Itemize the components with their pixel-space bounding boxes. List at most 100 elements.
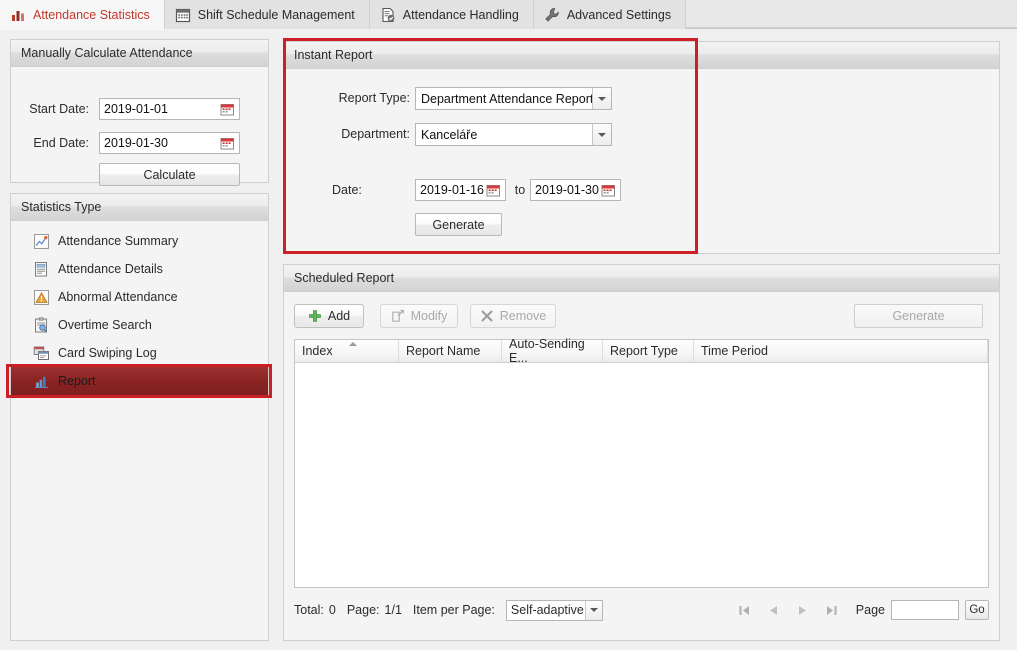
panel-body: Report Type: Department Attendance Repor… — [284, 69, 999, 253]
calendar-picker-icon[interactable] — [486, 183, 501, 197]
next-page-icon[interactable] — [794, 603, 811, 618]
report-type-label: Report Type: — [338, 91, 410, 105]
sidebar-item-overtime-search[interactable]: Overtime Search — [11, 311, 268, 339]
report-bar-icon — [33, 373, 50, 390]
date-range-separator: to — [514, 183, 526, 197]
panel-title: Scheduled Report — [284, 265, 999, 292]
panel-body: Start Date: 2019-01-01 End Date: 2019-01… — [11, 67, 268, 186]
date-label: Date: — [332, 183, 362, 197]
page-value: 1/1 — [384, 603, 402, 617]
remove-button[interactable]: Remove — [470, 304, 556, 328]
column-label: Report Name — [406, 344, 481, 358]
column-label: Time Period — [701, 344, 768, 358]
edit-icon — [391, 309, 405, 323]
item-per-page-select[interactable]: Self-adaptive — [505, 599, 603, 621]
chevron-down-icon[interactable] — [584, 600, 602, 620]
sidebar-item-attendance-details[interactable]: Attendance Details — [11, 255, 268, 283]
bar-chart-icon — [10, 7, 26, 23]
tab-label: Advanced Settings — [566, 7, 672, 22]
total-label: Total: — [294, 603, 324, 617]
column-header-time-period[interactable]: Time Period — [694, 340, 988, 362]
sidebar-item-label: Report — [58, 374, 96, 388]
sort-ascending-icon — [349, 342, 357, 346]
date-from-value: 2019-01-16 — [420, 183, 484, 197]
page-label: Page: — [346, 603, 380, 617]
sidebar-item-card-swiping-log[interactable]: Card Swiping Log — [11, 339, 268, 367]
sidebar-item-report[interactable]: Report — [11, 367, 268, 395]
page-jump-label: Page — [855, 603, 885, 617]
tab-advanced-settings[interactable]: Advanced Settings — [533, 0, 687, 29]
statistics-type-panel: Statistics Type Attendance Summary Atten… — [10, 193, 269, 641]
start-date-field[interactable]: 2019-01-01 — [99, 98, 240, 120]
end-date-value: 2019-01-30 — [104, 136, 168, 150]
column-header-index[interactable]: Index — [295, 340, 399, 362]
chevron-down-icon[interactable] — [592, 88, 611, 109]
report-type-select[interactable]: Department Attendance Report — [415, 87, 612, 110]
clipboard-search-icon — [33, 317, 50, 334]
date-from-field[interactable]: 2019-01-16 — [415, 179, 506, 201]
sidebar-item-label: Attendance Summary — [58, 234, 179, 248]
instant-generate-button[interactable]: Generate — [415, 213, 502, 236]
instant-report-panel: Instant Report Report Type: Department A… — [283, 41, 1000, 254]
panel-title: Manually Calculate Attendance — [11, 40, 268, 67]
statistics-type-list: Attendance Summary Attendance Details Ab… — [11, 227, 268, 395]
start-date-value: 2019-01-01 — [104, 102, 168, 116]
previous-page-icon[interactable] — [765, 603, 782, 618]
list-document-icon — [33, 261, 50, 278]
scheduled-report-table: Index Report Name Auto-Sending E... Repo… — [294, 337, 989, 588]
chart-line-icon — [33, 233, 50, 250]
calendar-picker-icon[interactable] — [220, 102, 235, 116]
document-clock-icon — [380, 7, 396, 23]
start-date-label: Start Date: — [29, 102, 89, 116]
column-header-auto-sending-email[interactable]: Auto-Sending E... — [502, 337, 603, 365]
sidebar-item-attendance-summary[interactable]: Attendance Summary — [11, 227, 268, 255]
main-tab-bar: Attendance Statistics Shift Schedule Man… — [0, 0, 1017, 30]
add-label: Add — [327, 309, 351, 323]
date-to-field[interactable]: 2019-01-30 — [530, 179, 621, 201]
page-jump-input[interactable] — [891, 600, 959, 620]
tab-label: Attendance Statistics — [33, 7, 150, 22]
pagination-bar: Total: 0 Page: 1/1 Item per Page: Self-a… — [294, 595, 989, 625]
go-button[interactable]: Go — [965, 600, 989, 620]
remove-label: Remove — [499, 309, 547, 323]
tab-bar-filler — [686, 0, 1017, 28]
calendar-picker-icon[interactable] — [601, 183, 616, 197]
modify-label: Modify — [410, 309, 448, 323]
column-header-report-name[interactable]: Report Name — [399, 340, 502, 362]
end-date-field[interactable]: 2019-01-30 — [99, 132, 240, 154]
scheduled-generate-button[interactable]: Generate — [854, 304, 983, 328]
tab-shift-schedule-management[interactable]: Shift Schedule Management — [164, 0, 370, 29]
cards-icon — [33, 345, 50, 362]
panel-title: Instant Report — [284, 42, 999, 69]
calculate-button[interactable]: Calculate — [99, 163, 240, 186]
panel-body: Attendance Summary Attendance Details Ab… — [11, 221, 268, 640]
manually-calculate-attendance-panel: Manually Calculate Attendance Start Date… — [10, 39, 269, 186]
last-page-icon[interactable] — [823, 603, 840, 618]
table-header-row: Index Report Name Auto-Sending E... Repo… — [295, 337, 988, 365]
sidebar-item-label: Card Swiping Log — [58, 346, 157, 360]
first-page-icon[interactable] — [736, 603, 753, 618]
column-header-report-type[interactable]: Report Type — [603, 340, 694, 362]
tab-attendance-statistics[interactable]: Attendance Statistics — [0, 0, 165, 30]
tab-label: Shift Schedule Management — [197, 7, 355, 22]
department-value: Kanceláře — [421, 127, 478, 142]
plus-icon — [308, 309, 322, 323]
department-select[interactable]: Kanceláře — [415, 123, 612, 146]
department-label: Department: — [341, 127, 410, 141]
add-button[interactable]: Add — [294, 304, 364, 328]
chevron-down-icon[interactable] — [592, 124, 611, 145]
date-to-value: 2019-01-30 — [535, 183, 599, 197]
wrench-icon — [544, 7, 560, 23]
close-x-icon — [480, 309, 494, 323]
column-label: Auto-Sending E... — [509, 337, 585, 365]
sidebar-item-label: Abnormal Attendance — [58, 290, 178, 304]
modify-button[interactable]: Modify — [380, 304, 458, 328]
sidebar-item-abnormal-attendance[interactable]: Abnormal Attendance — [11, 283, 268, 311]
item-per-page-label: Item per Page: — [412, 603, 495, 617]
warning-pyramid-icon — [33, 289, 50, 306]
end-date-label: End Date: — [33, 136, 89, 150]
column-label: Index — [302, 344, 333, 358]
panel-title: Statistics Type — [11, 194, 268, 221]
calendar-picker-icon[interactable] — [220, 136, 235, 150]
tab-attendance-handling[interactable]: Attendance Handling — [369, 0, 534, 29]
